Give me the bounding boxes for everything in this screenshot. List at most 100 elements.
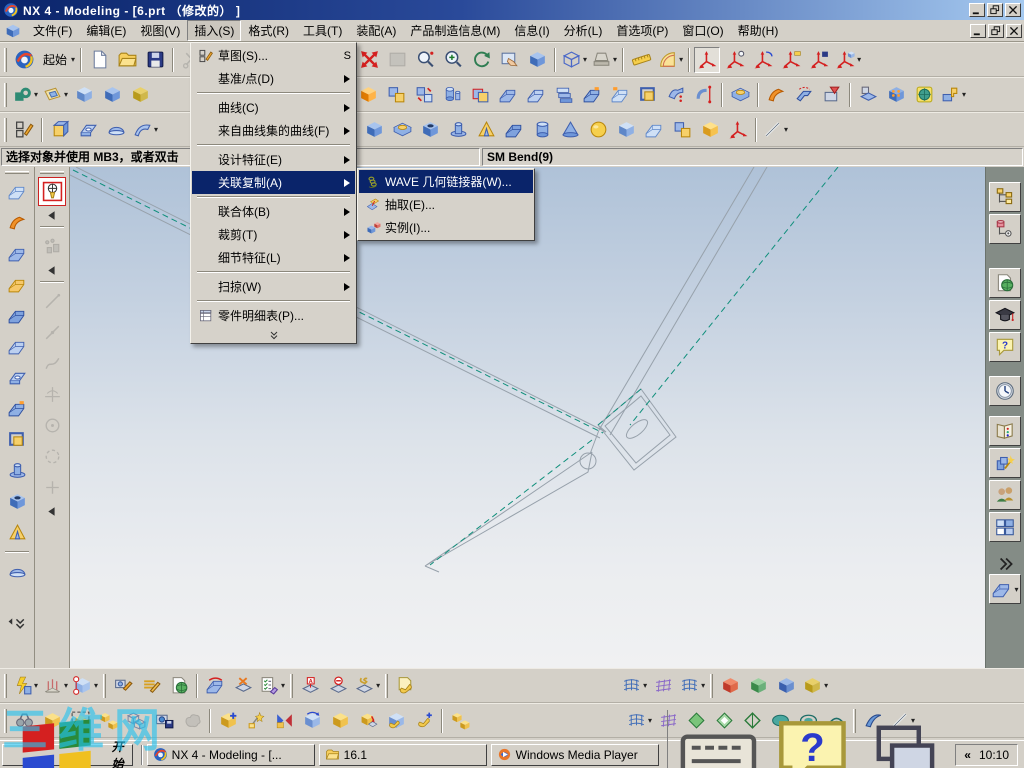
open-file-button[interactable] — [114, 47, 140, 73]
louver-button[interactable] — [883, 82, 909, 108]
view-shaded-button[interactable] — [127, 82, 153, 108]
unbend-button[interactable] — [791, 82, 817, 108]
snap-overflow-button[interactable] — [41, 208, 64, 222]
datum-plane-button[interactable]: ▾ — [41, 82, 69, 108]
points-overflow-button[interactable] — [41, 263, 64, 277]
subtract-button[interactable] — [411, 82, 437, 108]
add-constraint-button[interactable] — [411, 708, 437, 734]
feature-playback-button[interactable]: ▾ — [258, 673, 286, 699]
child-minimize-button[interactable] — [970, 23, 986, 38]
zoom-in-out-button[interactable] — [440, 47, 466, 73]
assembly-constraints-button[interactable] — [383, 708, 409, 734]
reflection-analysis-button[interactable]: ▾ — [801, 673, 829, 699]
menu-preferences[interactable]: 首选项(P) — [609, 20, 675, 41]
roles-tab[interactable] — [989, 480, 1021, 510]
zoom-box-button[interactable] — [384, 47, 410, 73]
datum-csys-button[interactable] — [697, 117, 723, 143]
flange-button[interactable] — [607, 82, 633, 108]
submenu-item-wave-geometry-linker[interactable]: WAVE 几何链接器(W)... — [359, 170, 533, 193]
sm-z-bend-button[interactable] — [3, 239, 31, 268]
menu-item-datum-point[interactable]: 基准/点(D) — [192, 67, 355, 90]
start-application-button[interactable]: 起始 ▾ — [39, 47, 76, 73]
palettes-tab[interactable] — [989, 416, 1021, 446]
sheet-hole-button[interactable] — [75, 117, 101, 143]
sm-slot-button[interactable] — [3, 394, 31, 423]
sm-hem-button[interactable] — [3, 332, 31, 361]
replace-component-button[interactable] — [355, 708, 381, 734]
bend-axis-button[interactable] — [691, 82, 717, 108]
wave-link-button[interactable] — [447, 708, 473, 734]
measure-angle-button[interactable]: ▾ — [656, 47, 684, 73]
sm-feature-1-button[interactable] — [495, 82, 521, 108]
line-feature-button[interactable]: ▾ — [761, 117, 789, 143]
half-cylinder-button[interactable] — [103, 117, 129, 143]
information-button[interactable] — [166, 673, 192, 699]
nx-logo-button[interactable] — [11, 47, 37, 73]
contour-flange-button[interactable] — [635, 82, 661, 108]
close-button[interactable] — [1005, 3, 1021, 17]
pad-button[interactable] — [727, 82, 753, 108]
menu-edit[interactable]: 编辑(E) — [79, 20, 133, 41]
edit-bend-button[interactable] — [202, 673, 228, 699]
swept-button[interactable]: ▾ — [131, 117, 159, 143]
visual-effects-button[interactable]: ▾ — [590, 47, 618, 73]
history-tab[interactable] — [989, 376, 1021, 406]
wcs-origin-button[interactable] — [722, 47, 748, 73]
menu-item-part-list[interactable]: 零件明细表(P)... — [192, 304, 355, 327]
move-component-button[interactable] — [299, 708, 325, 734]
inset-button[interactable] — [911, 82, 937, 108]
sm-bend-taper-button[interactable] — [3, 177, 31, 206]
measure-distance-button[interactable] — [628, 47, 654, 73]
punch-button[interactable] — [855, 82, 881, 108]
taskbar-task-nx[interactable]: NX 4 - Modeling - [... — [146, 743, 315, 766]
sm-channel-button[interactable] — [3, 301, 31, 330]
suppress-feature-button[interactable]: A — [297, 673, 323, 699]
assembly-navigator-tab[interactable] — [989, 182, 1021, 212]
view-trimetric-button[interactable] — [71, 82, 97, 108]
bead-button[interactable] — [501, 117, 527, 143]
sketch-in-task-button[interactable] — [11, 117, 37, 143]
point-tool-button[interactable] — [38, 473, 66, 502]
face-analysis-button[interactable] — [717, 673, 743, 699]
mirror-assembly-button[interactable] — [271, 708, 297, 734]
menu-item-sweep[interactable]: 扫掠(W) — [192, 275, 355, 298]
submenu-item-extract[interactable]: 抽取(E)... — [359, 193, 533, 216]
restore-button[interactable] — [987, 3, 1003, 17]
sm-dimple-button[interactable] — [3, 557, 31, 586]
remove-parameters-button[interactable] — [325, 673, 351, 699]
keyboard-tray-icon[interactable] — [674, 710, 763, 768]
sheet-metal-tool-button[interactable]: ▾ — [989, 574, 1021, 604]
ruled-surface-button[interactable]: ▾ — [678, 673, 706, 699]
new-file-button[interactable] — [86, 47, 112, 73]
add-component-button[interactable] — [215, 708, 241, 734]
edit-display-button[interactable] — [110, 673, 136, 699]
resource-overflow-button[interactable] — [993, 556, 1017, 572]
sm-frame-button[interactable] — [3, 425, 31, 454]
sm-jog-button[interactable] — [3, 270, 31, 299]
display-mode-button[interactable]: ▾ — [560, 47, 588, 73]
wrap-button[interactable] — [663, 82, 689, 108]
fit-view-button[interactable] — [356, 47, 382, 73]
arc-tool-button[interactable] — [38, 442, 66, 471]
cube-feature-button[interactable] — [613, 117, 639, 143]
sm-feature-2-button[interactable] — [523, 82, 549, 108]
gusset-button[interactable] — [641, 117, 667, 143]
menu-assemblies[interactable]: 装配(A) — [349, 20, 403, 41]
polyline-tool-button[interactable] — [38, 318, 66, 347]
sm-plug-button[interactable] — [3, 456, 31, 485]
tab-feature-button[interactable] — [47, 117, 73, 143]
rib-button[interactable] — [473, 117, 499, 143]
extrude-button[interactable] — [355, 82, 381, 108]
menu-item-design-feature[interactable]: 设计特征(E) — [192, 148, 355, 171]
wcs-rotate-button[interactable] — [750, 47, 776, 73]
snap-point-button[interactable] — [38, 177, 66, 206]
help-tab[interactable]: ? — [989, 332, 1021, 362]
menu-item-curve[interactable]: 曲线(C) — [192, 96, 355, 119]
tray-collapse-chevron[interactable]: « — [964, 748, 971, 762]
move-feature-button[interactable]: ▾ — [71, 673, 99, 699]
wcs-save-button[interactable] — [806, 47, 832, 73]
taskbar-task-media-player[interactable]: Windows Media Player — [490, 743, 659, 766]
intersect-button[interactable] — [467, 82, 493, 108]
menu-file[interactable]: 文件(F) — [26, 20, 79, 41]
training-tab[interactable] — [989, 300, 1021, 330]
